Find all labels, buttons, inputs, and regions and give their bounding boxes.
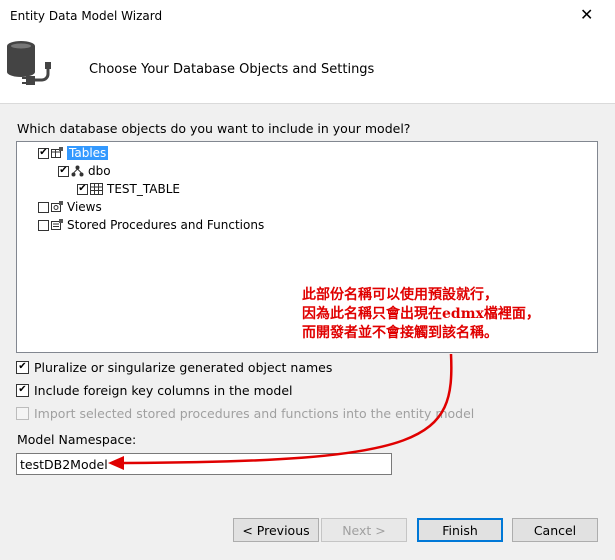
objects-prompt: Which database objects do you want to in… bbox=[17, 121, 411, 136]
import-procedures-option: Import selected stored procedures and fu… bbox=[16, 405, 474, 421]
window-title: Entity Data Model Wizard bbox=[10, 9, 163, 23]
tree-node-test-table[interactable]: TEST_TABLE bbox=[77, 180, 180, 198]
procedures-folder-icon bbox=[51, 219, 63, 230]
annotation-line-3: 而開發者並不會接觸到該名稱。 bbox=[302, 325, 498, 341]
views-folder-icon bbox=[51, 201, 63, 212]
stored-procedures-checkbox[interactable] bbox=[38, 219, 49, 231]
cancel-button[interactable]: Cancel bbox=[512, 518, 598, 542]
close-button[interactable]: ✕ bbox=[580, 5, 593, 24]
model-namespace-label: Model Namespace: bbox=[17, 432, 137, 447]
pluralize-checkbox[interactable] bbox=[16, 360, 29, 374]
test-table-label: TEST_TABLE bbox=[107, 182, 180, 196]
stored-procedures-label: Stored Procedures and Functions bbox=[67, 218, 265, 232]
previous-button[interactable]: < Previous bbox=[233, 518, 319, 542]
model-namespace-input[interactable] bbox=[16, 453, 392, 475]
pluralize-option[interactable]: Pluralize or singularize generated objec… bbox=[16, 359, 332, 375]
tree-node-tables[interactable]: Tables bbox=[38, 144, 109, 162]
import-procedures-checkbox bbox=[16, 406, 29, 420]
tables-checkbox[interactable] bbox=[38, 147, 49, 159]
foreign-keys-checkbox[interactable] bbox=[16, 383, 29, 397]
title-bar: Entity Data Model Wizard ✕ bbox=[0, 0, 615, 33]
finish-button[interactable]: Finish bbox=[417, 518, 503, 542]
database-plug-icon bbox=[7, 41, 51, 85]
tree-node-views[interactable]: Views bbox=[38, 198, 102, 216]
page-heading: Choose Your Database Objects and Setting… bbox=[89, 62, 375, 77]
next-button: Next > bbox=[321, 518, 407, 542]
foreign-keys-label: Include foreign key columns in the model bbox=[34, 382, 293, 398]
annotation-line-1: 此部份名稱可以使用預設就行， bbox=[302, 287, 498, 303]
foreign-keys-option[interactable]: Include foreign key columns in the model bbox=[16, 382, 293, 398]
dbo-label: dbo bbox=[88, 164, 111, 178]
test-table-checkbox[interactable] bbox=[77, 183, 88, 195]
tables-folder-icon bbox=[51, 147, 63, 158]
tree-node-dbo[interactable]: dbo bbox=[58, 162, 111, 180]
wizard-header: Choose Your Database Objects and Setting… bbox=[0, 33, 615, 104]
views-label: Views bbox=[67, 200, 102, 214]
import-procedures-label: Import selected stored procedures and fu… bbox=[34, 405, 475, 421]
table-grid-icon bbox=[90, 183, 103, 195]
annotation-line-2: 因為此名稱只會出現在edmx檔裡面， bbox=[302, 306, 540, 322]
views-checkbox[interactable] bbox=[38, 201, 49, 213]
tables-label: Tables bbox=[67, 146, 109, 160]
pluralize-label: Pluralize or singularize generated objec… bbox=[34, 359, 333, 375]
annotation-note: 此部份名稱可以使用預設就行， 因為此名稱只會出現在edmx檔裡面， 而開發者並不… bbox=[302, 286, 602, 343]
tree-node-stored-procedures[interactable]: Stored Procedures and Functions bbox=[38, 216, 264, 234]
dbo-checkbox[interactable] bbox=[58, 165, 69, 177]
schema-icon bbox=[71, 165, 84, 177]
